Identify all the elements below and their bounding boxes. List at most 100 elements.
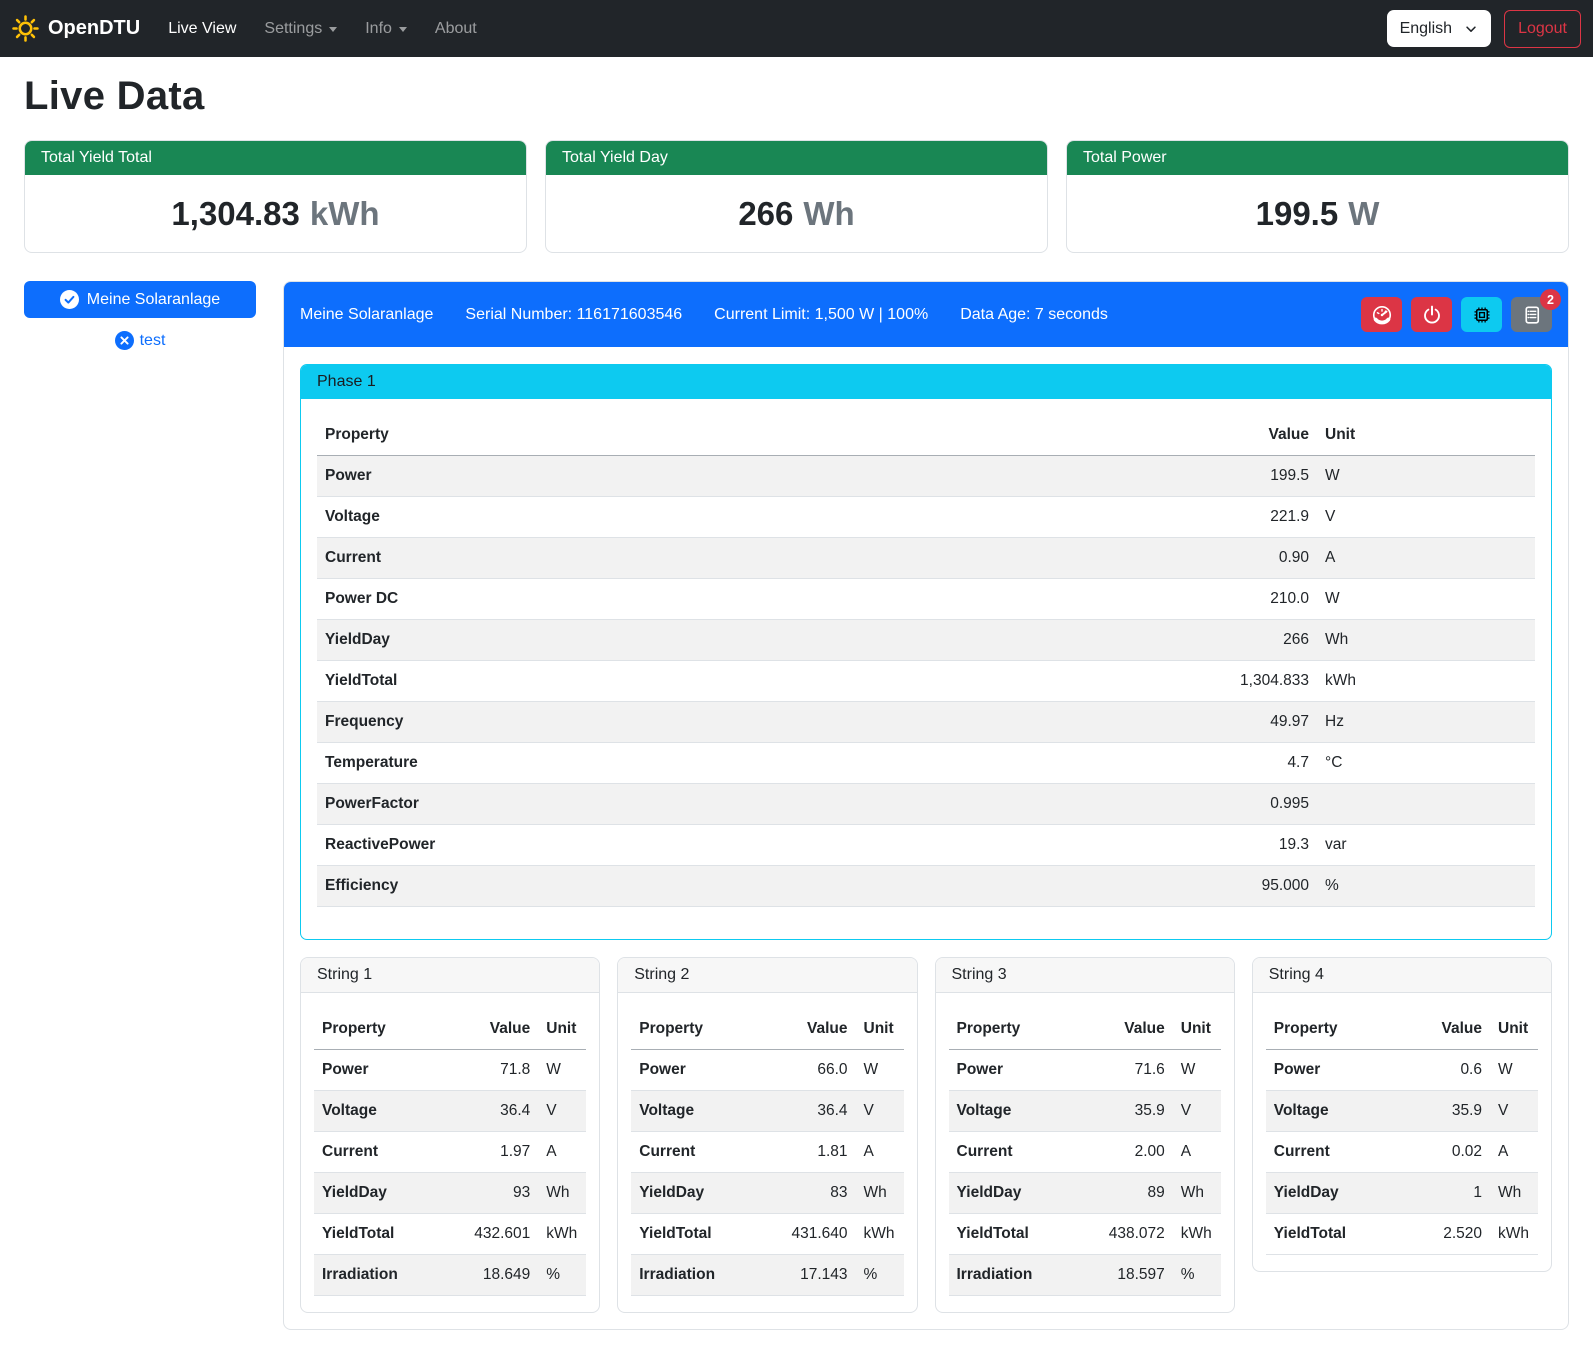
- journal-text-icon: [1522, 305, 1542, 325]
- nav-item-settings[interactable]: Settings: [250, 12, 351, 46]
- value-cell: 35.9: [1087, 1091, 1173, 1132]
- property-cell: YieldTotal: [949, 1214, 1087, 1255]
- table-row: Efficiency95.000%: [317, 866, 1535, 907]
- value-cell: 83: [770, 1173, 856, 1214]
- power-control-button[interactable]: [1411, 297, 1452, 332]
- unit-cell: %: [538, 1255, 586, 1296]
- property-cell: Power: [314, 1050, 452, 1091]
- check-circle-icon: [60, 290, 79, 309]
- table-row: Current0.02A: [1266, 1132, 1538, 1173]
- unit-cell: Wh: [856, 1173, 904, 1214]
- speedometer-icon: [1372, 305, 1392, 325]
- inverter-card: Meine Solaranlage Serial Number: 1161716…: [283, 281, 1569, 1330]
- table-row: Voltage36.4V: [314, 1091, 586, 1132]
- property-cell: Temperature: [317, 743, 1227, 784]
- column-header-value: Value: [770, 1009, 856, 1050]
- table-row: Current0.90A: [317, 538, 1535, 579]
- table-row: Voltage35.9V: [1266, 1091, 1538, 1132]
- brand[interactable]: OpenDTU: [12, 15, 140, 42]
- property-cell: YieldDay: [317, 620, 1227, 661]
- column-header-unit: Unit: [856, 1009, 904, 1050]
- value-cell: 0.6: [1404, 1050, 1490, 1091]
- unit-cell: W: [1490, 1050, 1538, 1091]
- nav-item-info[interactable]: Info: [351, 12, 421, 46]
- property-cell: ReactivePower: [317, 825, 1227, 866]
- brand-label: OpenDTU: [48, 17, 140, 40]
- property-cell: Power: [631, 1050, 769, 1091]
- value-cell: 432.601: [452, 1214, 538, 1255]
- table-row: Current2.00A: [949, 1132, 1221, 1173]
- value-cell: 1: [1404, 1173, 1490, 1214]
- property-cell: Current: [631, 1132, 769, 1173]
- unit-cell: A: [1317, 538, 1535, 579]
- table-row: Frequency49.97Hz: [317, 702, 1535, 743]
- device-info-button[interactable]: [1461, 297, 1502, 332]
- value-cell: 0.90: [1227, 538, 1317, 579]
- unit-cell: Hz: [1317, 702, 1535, 743]
- value-cell: 221.9: [1227, 497, 1317, 538]
- sidebar-item-meine-solaranlage[interactable]: Meine Solaranlage: [24, 281, 256, 318]
- table-row: YieldDay93Wh: [314, 1173, 586, 1214]
- column-header-unit: Unit: [1490, 1009, 1538, 1050]
- table-row: Power66.0W: [631, 1050, 903, 1091]
- property-cell: Current: [1266, 1132, 1404, 1173]
- property-cell: Frequency: [317, 702, 1227, 743]
- property-cell: Voltage: [631, 1091, 769, 1132]
- card-value: 199.5: [1256, 195, 1339, 233]
- current-limit: Current Limit: 1,500 W | 100%: [714, 306, 928, 324]
- language-select[interactable]: English: [1387, 10, 1491, 47]
- table-row: Power71.6W: [949, 1050, 1221, 1091]
- nav-item-about[interactable]: About: [421, 12, 491, 46]
- logout-button[interactable]: Logout: [1504, 10, 1581, 48]
- event-log-button[interactable]: 2: [1511, 297, 1552, 332]
- unit-cell: W: [538, 1050, 586, 1091]
- limit-settings-button[interactable]: [1361, 297, 1402, 332]
- value-cell: 266: [1227, 620, 1317, 661]
- property-cell: Current: [317, 538, 1227, 579]
- value-cell: 66.0: [770, 1050, 856, 1091]
- cpu-icon: [1472, 305, 1492, 325]
- table-row: YieldTotal438.072kWh: [949, 1214, 1221, 1255]
- property-cell: YieldDay: [314, 1173, 452, 1214]
- unit-cell: W: [1317, 456, 1535, 497]
- sidebar-item-label: test: [140, 332, 166, 350]
- column-header-property: Property: [949, 1009, 1087, 1050]
- property-cell: YieldTotal: [317, 661, 1227, 702]
- unit-cell: Wh: [538, 1173, 586, 1214]
- total-power-card: Total Power 199.5 W: [1066, 140, 1569, 253]
- chevron-down-icon: [1464, 22, 1478, 36]
- top-navbar: OpenDTU Live View Settings Info About En…: [0, 0, 1593, 57]
- unit-cell: V: [1490, 1091, 1538, 1132]
- unit-cell: %: [1173, 1255, 1221, 1296]
- unit-cell: A: [1173, 1132, 1221, 1173]
- unit-cell: kWh: [1317, 661, 1535, 702]
- column-header-value: Value: [1087, 1009, 1173, 1050]
- column-header-property: Property: [314, 1009, 452, 1050]
- unit-cell: Wh: [1317, 620, 1535, 661]
- table-row: Voltage35.9V: [949, 1091, 1221, 1132]
- unit-cell: %: [1317, 866, 1535, 907]
- string-1-table: Property Value Unit Power71.8WVoltage36.…: [314, 1009, 586, 1296]
- column-header-unit: Unit: [538, 1009, 586, 1050]
- nav-item-live-view[interactable]: Live View: [154, 12, 250, 46]
- value-cell: 93: [452, 1173, 538, 1214]
- column-header-value: Value: [452, 1009, 538, 1050]
- card-title: Total Power: [1067, 141, 1568, 175]
- table-row: Current1.97A: [314, 1132, 586, 1173]
- property-cell: Current: [949, 1132, 1087, 1173]
- nav-links: Live View Settings Info About: [154, 12, 491, 46]
- total-yield-day-card: Total Yield Day 266 Wh: [545, 140, 1048, 253]
- table-row: Irradiation18.649%: [314, 1255, 586, 1296]
- column-header-property: Property: [1266, 1009, 1404, 1050]
- inverter-name: Meine Solaranlage: [300, 306, 433, 324]
- language-value: English: [1400, 20, 1452, 38]
- value-cell: 438.072: [1087, 1214, 1173, 1255]
- unit-cell: Wh: [1173, 1173, 1221, 1214]
- string-title: String 3: [936, 958, 1234, 993]
- unit-cell: [1317, 784, 1535, 825]
- value-cell: 0.995: [1227, 784, 1317, 825]
- table-row: YieldDay266Wh: [317, 620, 1535, 661]
- card-unit: Wh: [803, 195, 854, 233]
- sidebar-item-test[interactable]: test: [24, 331, 256, 350]
- value-cell: 1,304.833: [1227, 661, 1317, 702]
